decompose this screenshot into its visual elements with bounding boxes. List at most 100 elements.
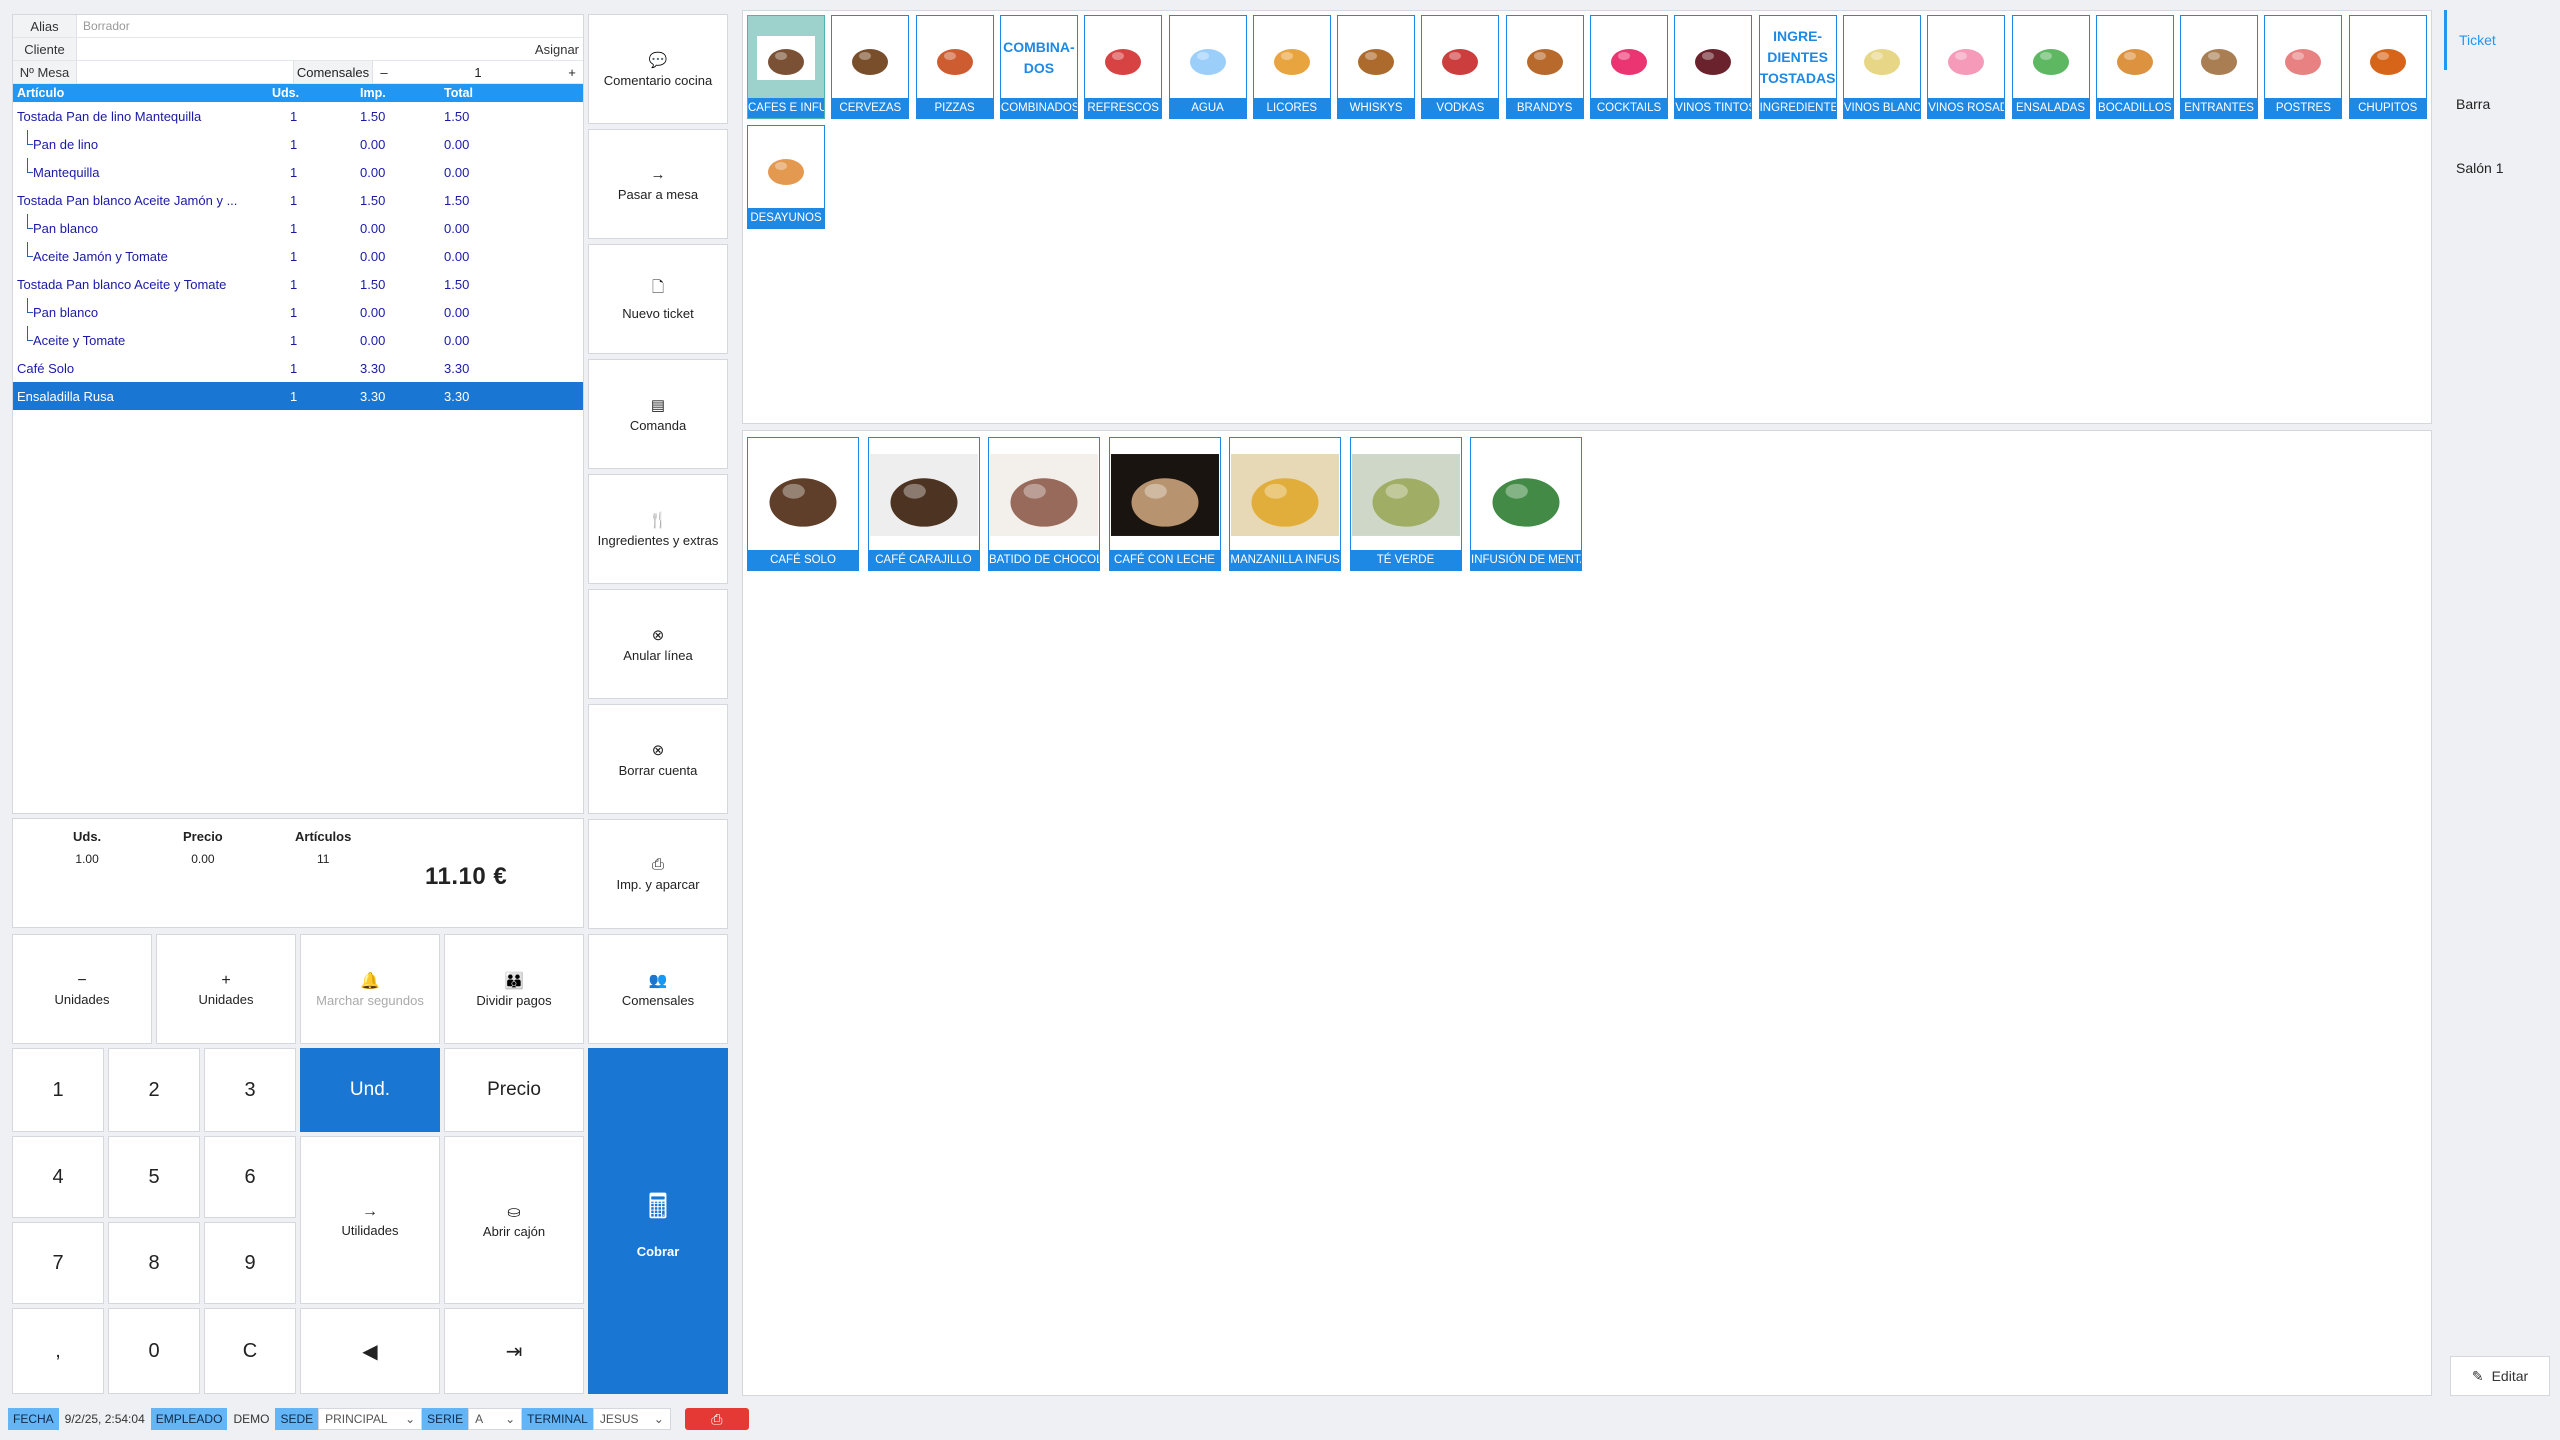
category-tile[interactable]: POSTRES [2264,15,2343,119]
category-tile[interactable]: INGRE- DIENTES TOSTADAS INGREDIENTES [1758,15,1837,119]
site-select[interactable]: PRINCIPAL ⌄ [318,1408,423,1430]
table-row-header: Nº Mesa Comensales – 1 + [13,61,583,84]
keypad-key[interactable]: 9 [204,1222,296,1304]
table-row[interactable]: Tostada Pan de lino Mantequilla 1 1.50 1.50 [13,102,583,130]
category-tile[interactable]: WHISKYS [1337,15,1416,119]
charge-label: Cobrar [636,1244,680,1259]
category-tile[interactable]: COMBINA- DOS COMBINADOS [999,15,1078,119]
product-tile[interactable]: CAFÉ CON LECHE [1108,437,1221,571]
client-input[interactable] [77,38,527,60]
product-tile[interactable]: CAFÉ SOLO [747,437,859,571]
covers-button[interactable]: 👥 Comensales [588,934,728,1044]
charge-button[interactable]: 🖩 Cobrar [588,1048,728,1394]
category-tile[interactable]: COCKTAILS [1590,15,1668,119]
cell-text: Pan de lino [33,136,99,152]
cell-text: Ensaladilla Rusa [17,388,114,404]
assign-button[interactable]: Asignar [527,42,583,57]
nav-barra[interactable]: Barra [2444,74,2556,134]
keypad-key[interactable]: 4 [12,1136,104,1218]
table-row[interactable]: Pan blanco 1 0.00 0.00 [13,298,583,326]
print-park-button[interactable]: ⎙ Imp. y aparcar [588,819,728,929]
category-tile[interactable]: REFRESCOS [1084,15,1163,119]
terminal-select[interactable]: JESUS ⌄ [592,1408,671,1430]
table-row[interactable]: Tostada Pan blanco Aceite Jamón y ... 1 1.… [13,186,583,214]
keypad-key[interactable]: C [204,1308,296,1394]
split-payments-button[interactable]: 👪 Dividir pagos [444,934,584,1044]
backspace-button[interactable]: ◀ [300,1308,440,1394]
table-row[interactable]: Café Solo 1 3.30 3.30 [13,354,583,382]
category-tile[interactable]: VODKAS [1421,15,1500,119]
open-drawer-button[interactable]: ⛀ Abrir cajón [444,1136,584,1304]
keypad-key[interactable]: 1 [12,1048,104,1132]
keypad-key[interactable]: 2 [108,1048,200,1132]
category-tile[interactable]: PIZZAS [915,15,994,119]
category-tile[interactable]: DESAYUNOS [747,125,825,229]
table-number-input[interactable] [77,61,293,83]
product-tile[interactable]: BATIDO DE CHOCOL [988,437,1100,571]
cancel-line-button[interactable]: ⊗ Anular línea [588,589,728,699]
category-tile[interactable]: LICORES [1252,15,1331,119]
minus-icon: − [77,971,87,989]
alias-input[interactable]: Borrador [77,15,583,37]
table-row[interactable]: Ensaladilla Rusa 1 3.30 3.30 [13,382,583,410]
cell-text: 1.50 [444,192,470,208]
category-tile[interactable]: ENTRANTES [2180,15,2259,119]
new-ticket-button[interactable]: 🗋 Nuevo ticket [588,244,728,354]
move-table-button[interactable]: → Pasar a mesa [588,129,728,239]
covers-minus-button[interactable]: – [373,65,395,80]
table-row[interactable]: Tostada Pan blanco Aceite y Tomate 1 1.50 1… [13,270,583,298]
covers-value[interactable]: 1 [395,65,561,80]
product-tile[interactable]: CAFÉ CARAJILLO [867,437,980,571]
table-row[interactable]: Aceite y Tomate 1 0.00 0.00 [13,326,583,354]
logout-button[interactable]: ⇥ [444,1308,584,1394]
ingredients-button[interactable]: 🍴 Ingredientes y extras [588,474,728,584]
cell-price: 3.30 [356,354,440,382]
cell-units: 1 [268,382,356,410]
keypad-key[interactable]: 5 [108,1136,200,1218]
delete-account-button[interactable]: ⊗ Borrar cuenta [588,704,728,814]
table-row[interactable]: Mantequilla 1 0.00 0.00 [13,158,583,186]
category-tile[interactable]: CAFES E INFU [747,15,825,119]
liquor-bottles-icon [1255,17,1329,98]
keypad-key[interactable]: 0 [108,1308,200,1394]
category-tile[interactable]: CERVEZAS [831,15,910,119]
edit-button[interactable]: ✎ Editar [2450,1356,2550,1396]
table-row[interactable]: Pan blanco 1 0.00 0.00 [13,214,583,242]
mark-seconds-button[interactable]: 🔔 Marchar segundos [300,934,440,1044]
order-button[interactable]: ▤ Comanda [588,359,728,469]
kitchen-comment-button[interactable]: 💬 Comentario cocina [588,14,728,124]
price-mode-button[interactable]: Precio [444,1048,584,1132]
keypad-key[interactable]: 7 [12,1222,104,1304]
category-tile[interactable]: ENSALADAS [2011,15,2090,119]
category-tile[interactable]: AGUA [1168,15,1247,119]
category-tile[interactable]: VINOS BLANC [1842,15,1921,119]
category-tile[interactable]: CHUPITOS [2348,15,2427,119]
keypad-key[interactable]: , [12,1308,104,1394]
category-tile[interactable]: BRANDYS [1505,15,1584,119]
keypad-key[interactable]: 8 [108,1222,200,1304]
series-select[interactable]: A ⌄ [468,1408,523,1430]
utilities-button[interactable]: → Utilidades [300,1136,440,1304]
table-row[interactable]: Pan de lino 1 0.00 0.00 [13,130,583,158]
keypad-key[interactable]: 6 [204,1136,296,1218]
covers-plus-button[interactable]: + [561,65,583,80]
units-mode-button[interactable]: Und. [300,1048,440,1132]
category-tile[interactable]: BOCADILLOS [2095,15,2174,119]
nav-ticket[interactable]: Ticket [2444,10,2556,70]
category-label: VINOS ROSAD [1928,98,2005,118]
decrease-units-button[interactable]: − Unidades [12,934,152,1044]
cell-total: 1.50 [440,102,583,130]
product-tile[interactable]: INFUSIÓN DE MENTA [1470,437,1582,571]
category-tile[interactable]: VINOS TINTOS [1674,15,1753,119]
product-tile[interactable]: MANZANILLA INFUS [1229,437,1341,571]
cell-total: 0.00 [440,158,583,186]
keypad-key[interactable]: 3 [204,1048,296,1132]
print-button[interactable]: ⎙ [684,1408,749,1430]
category-tile[interactable]: VINOS ROSAD [1927,15,2006,119]
table-row[interactable]: Aceite Jamón y Tomate 1 0.00 0.00 [13,242,583,270]
cell-text: 0.00 [444,136,470,152]
nav-salon-1[interactable]: Salón 1 [2444,138,2556,198]
increase-units-button[interactable]: + Unidades [156,934,296,1044]
client-row: Cliente Asignar [13,38,583,61]
product-tile[interactable]: TÉ VERDE [1349,437,1462,571]
